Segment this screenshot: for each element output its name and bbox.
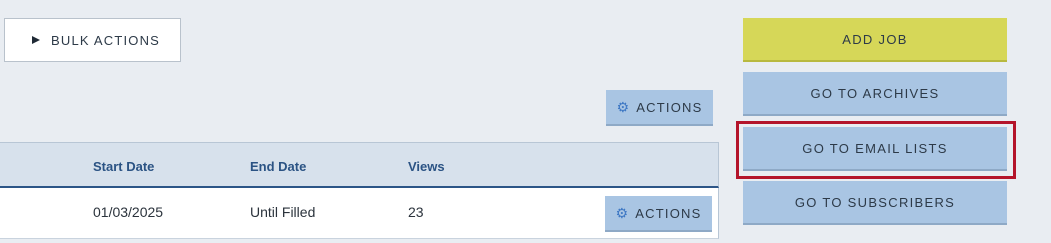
row-actions-button[interactable]: ⚙ ACTIONS	[605, 196, 712, 232]
start-date-cell: 01/03/2025	[93, 204, 164, 220]
go-to-email-lists-button[interactable]: GO TO EMAIL LISTS	[743, 127, 1007, 171]
bulk-actions-label: BULK ACTIONS	[51, 32, 161, 48]
gear-icon: ⚙	[615, 205, 630, 221]
gear-icon: ⚙	[616, 99, 631, 115]
row-actions-label: ACTIONS	[635, 205, 702, 221]
column-header-start-date[interactable]: Start Date	[93, 159, 154, 174]
go-to-archives-button[interactable]: GO TO ARCHIVES	[743, 72, 1007, 116]
column-header-end-date[interactable]: End Date	[250, 159, 306, 174]
table-actions-button[interactable]: ⚙ ACTIONS	[606, 90, 713, 126]
actions-label: ACTIONS	[636, 99, 703, 115]
column-header-views[interactable]: Views	[408, 159, 445, 174]
end-date-cell: Until Filled	[250, 204, 316, 220]
bulk-actions-button[interactable]: BULK ACTIONS	[4, 18, 181, 62]
table-header: Start Date End Date Views	[0, 142, 719, 188]
play-triangle-icon	[32, 36, 40, 44]
views-cell: 23	[408, 204, 424, 220]
go-to-subscribers-button[interactable]: GO TO SUBSCRIBERS	[743, 181, 1007, 225]
add-job-button[interactable]: ADD JOB	[743, 18, 1007, 62]
